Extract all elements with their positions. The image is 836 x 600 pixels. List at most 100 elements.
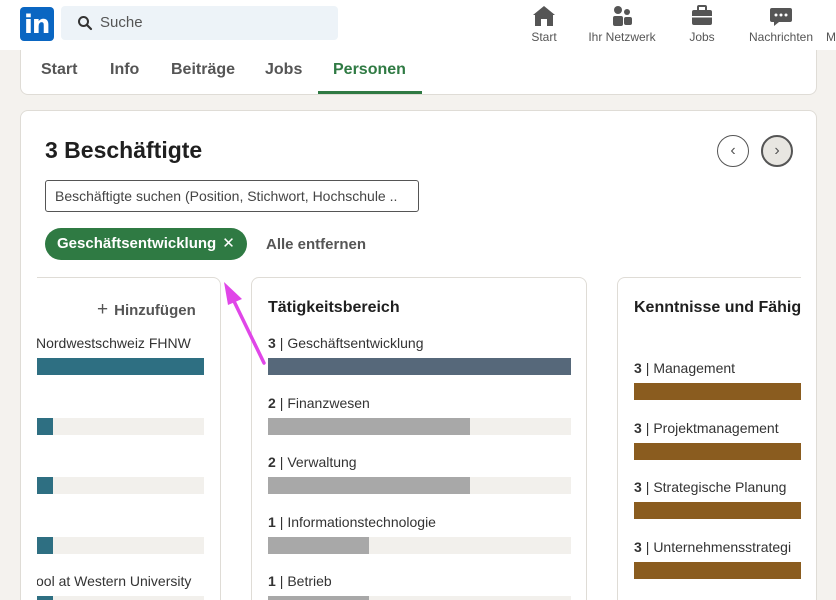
close-icon[interactable]: ✕ [222,235,235,252]
skills-column: Kenntnisse und Fähigk 3 | Management 3 | Pr… [617,277,801,600]
previous-button[interactable]: ‹ [717,135,749,167]
skill-row-count: 3 [634,419,642,436]
nav-item-start[interactable]: Start [528,4,560,44]
school-bar-track [37,417,204,435]
function-row-text: | Finanzwesen [279,394,370,411]
function-column: Tätigkeitsbereich 3 | Geschäftsentwicklun… [251,277,587,600]
search-placeholder: Suche [100,14,143,31]
skill-row-label: 3 | Unternehmensstrategi [634,539,791,555]
school-row-label: Nordwestschweiz FHNW [37,335,191,351]
skill-bar-fill [634,502,801,519]
employee-search-input[interactable]: Beschäftigte suchen (Position, Stichwort… [45,180,419,212]
nav-item-more[interactable]: M [824,30,836,44]
skills-column-title: Kenntnisse und Fähigk [634,299,801,316]
school-bar-fill [37,596,53,600]
function-bar-track [268,536,571,554]
skill-bar-fill [634,561,801,579]
tab-jobs[interactable]: Jobs [265,61,302,79]
annotation-arrow-icon [224,282,266,365]
function-bar-track [268,477,571,494]
skill-row-count: 3 [634,538,642,555]
function-row-text: | Verwaltung [279,454,357,470]
insights-carousel: + Hinzufügen Nordwestschweiz FHNW ool at W… [37,277,801,600]
function-bar-fill [268,358,571,375]
function-row-text: | Informationstechnologie [279,513,436,530]
function-row-label: 2 | Finanzwesen [268,395,370,411]
plus-icon: + [97,299,109,320]
messaging-icon [770,8,792,26]
school-row-label: ool at Western University [37,573,191,589]
employee-search-placeholder: Beschäftigte suchen (Position, Stichwort… [55,188,398,204]
skill-bar-track [634,383,801,400]
global-search-input[interactable]: Suche [61,6,338,40]
school-bar-track [37,477,204,494]
skill-bar-track [634,442,801,460]
school-bar-fill [37,358,204,375]
skill-bar-track [634,502,801,519]
school-bar-fill [37,417,53,435]
home-icon [533,6,555,26]
function-bar-fill [268,417,470,435]
school-row-text: ool at Western University [37,573,192,589]
skill-bar-fill [634,383,801,400]
function-row-label: 1 | Betrieb [268,573,332,589]
tab-start[interactable]: Start [41,61,77,79]
function-row-text: | Geschäftsentwicklung [279,335,424,351]
employees-count-title: 3 Beschäftigte [45,137,203,163]
company-tabs: Start Info Beiträge Jobs Personen [20,50,817,95]
function-bar-fill [268,477,470,494]
function-row-count: 1 [268,573,276,589]
remove-all-filters-button[interactable]: Alle entfernen [266,236,366,253]
skill-row-text: | Unternehmensstrategi [645,538,792,555]
skill-row-label: 3 | Projektmanagement [634,420,779,436]
school-bar-track [37,596,204,600]
function-row-label: 2 | Verwaltung [268,454,357,470]
function-bar-track [268,417,571,435]
skill-row-text: | Management [645,360,736,376]
function-bar-track [268,596,571,600]
function-row-count: 2 [268,394,276,411]
nav-item-network[interactable]: Ihr Netzwerk [585,4,659,44]
chevron-right-icon: › [774,142,780,159]
function-row-label: 3 | Geschäftsentwicklung [268,335,424,351]
add-school-button[interactable]: + Hinzufügen [97,299,196,321]
global-nav: in Suche Start Ihr Netzwerk Jobs Nachric… [0,0,836,50]
function-row-text: | Betrieb [279,573,332,589]
briefcase-icon [692,5,712,25]
function-row-label: 1 | Informationstechnologie [268,514,436,530]
function-row-count: 2 [268,454,276,470]
tab-info[interactable]: Info [110,61,139,79]
school-bar-track [37,358,204,375]
search-icon [78,16,93,31]
nav-item-messaging[interactable]: Nachrichten [746,4,816,44]
function-row-count: 1 [268,513,276,530]
skill-row-text: | Strategische Planung [645,479,787,495]
school-bar-track [37,536,204,554]
school-row-text: Nordwestschweiz FHNW [37,335,191,351]
active-filter-chip[interactable]: Geschäftsentwicklung ✕ [45,228,247,260]
network-icon [613,6,632,26]
tab-personen[interactable]: Personen [333,61,406,79]
tab-beitraege[interactable]: Beiträge [171,61,235,79]
skill-bar-fill [634,442,801,460]
school-bar-fill [37,536,53,554]
nav-item-jobs[interactable]: Jobs [686,4,718,44]
linkedin-logo[interactable]: in [20,7,54,41]
skill-row-label: 3 | Management [634,360,735,376]
active-tab-indicator [318,91,422,94]
function-bar-track [268,358,571,375]
function-bar-fill [268,536,369,554]
skill-row-count: 3 [634,479,642,495]
skill-bar-track [634,561,801,579]
next-button[interactable]: › [761,135,793,167]
skill-row-count: 3 [634,360,642,376]
filter-chip-label: Geschäftsentwicklung [57,235,217,252]
chevron-left-icon: ‹ [730,142,736,159]
function-column-title: Tätigkeitsbereich [268,299,400,316]
skill-row-text: | Projektmanagement [645,419,779,436]
school-column: + Hinzufügen Nordwestschweiz FHNW ool at W… [37,277,221,600]
function-bar-fill [268,596,369,600]
school-bar-fill [37,477,53,494]
skill-row-label: 3 | Strategische Planung [634,479,786,495]
employees-card: 3 Beschäftigte ‹ › Beschäftigte suchen (… [20,110,817,600]
